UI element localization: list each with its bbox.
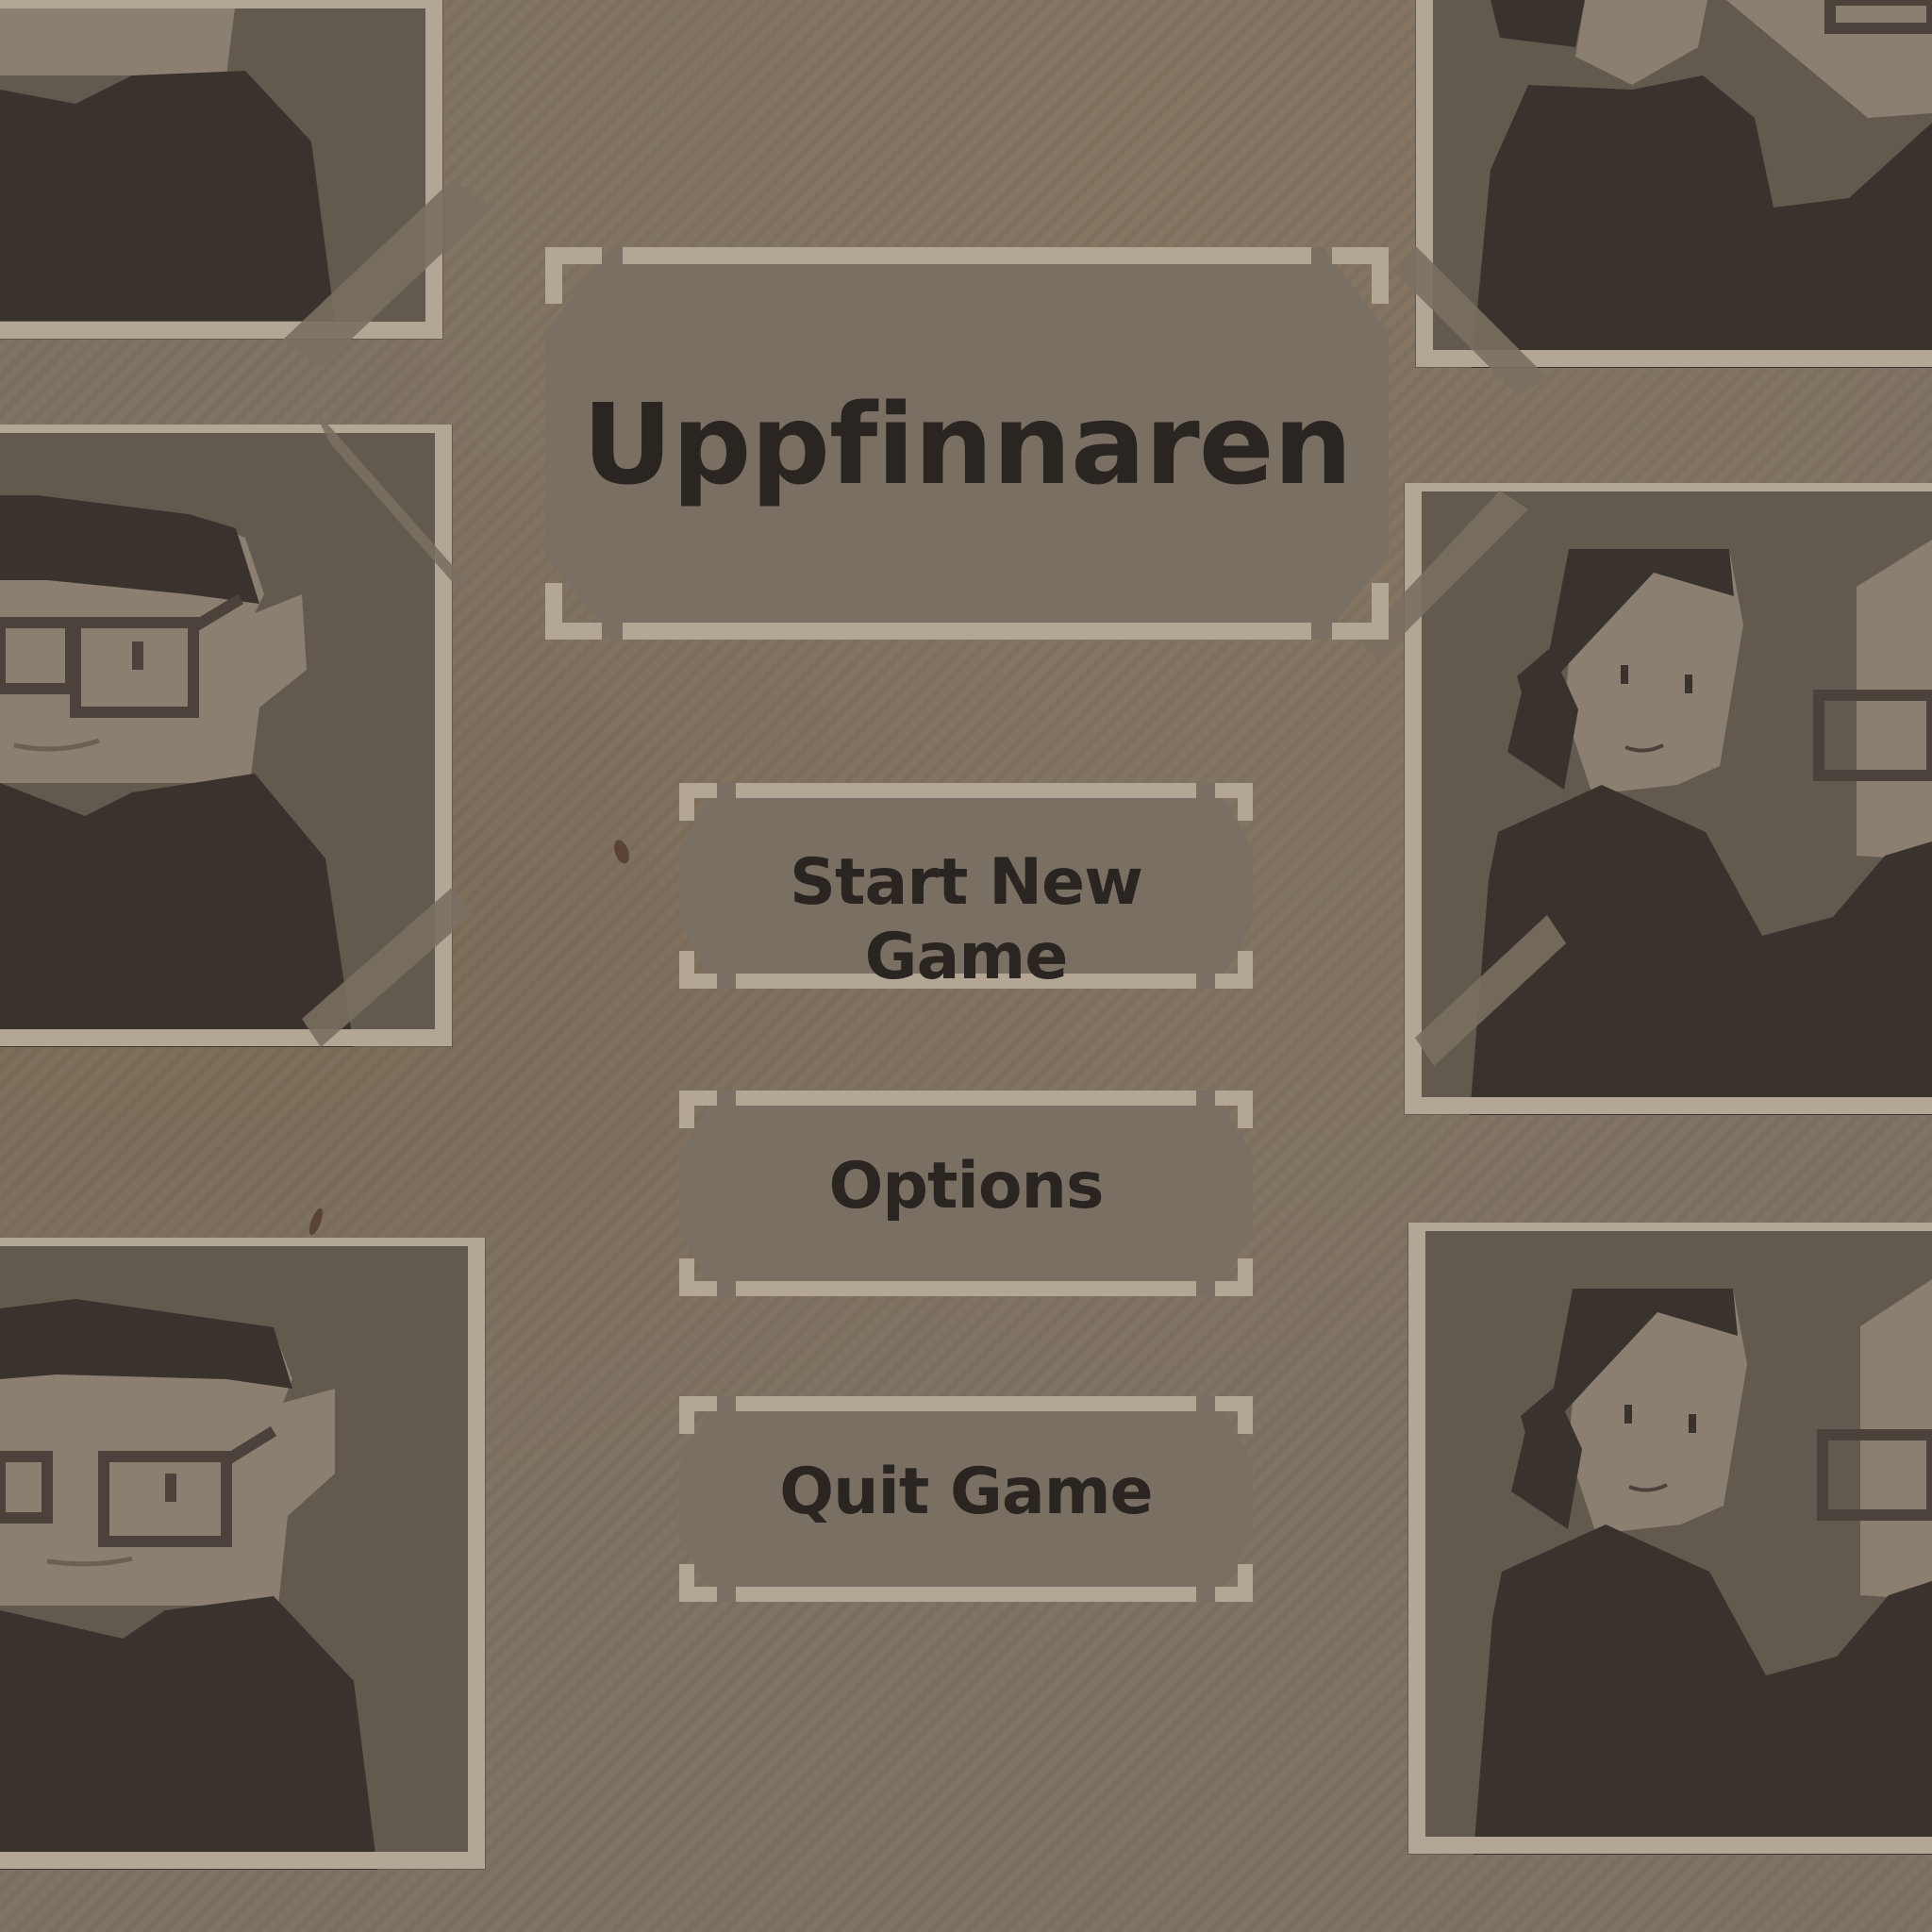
options-label: Options <box>828 1149 1105 1224</box>
start-new-game-label: Start New Game <box>790 845 1143 994</box>
options-button[interactable]: Options <box>679 1091 1253 1296</box>
game-title: Uppfinnaren <box>582 379 1352 509</box>
title-panel: Uppfinnaren <box>545 247 1389 640</box>
start-new-game-button[interactable]: Start New Game <box>679 783 1253 994</box>
quit-game-label: Quit Game <box>779 1455 1153 1529</box>
quit-game-button[interactable]: Quit Game <box>679 1396 1253 1602</box>
